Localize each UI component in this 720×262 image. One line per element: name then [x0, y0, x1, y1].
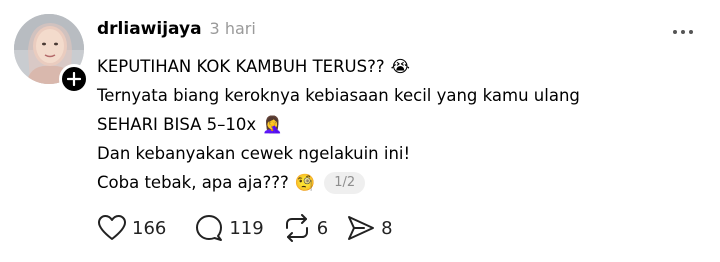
- crying-face-emoji: 😭: [390, 57, 410, 76]
- facepalm-emoji: 🤦‍♀️: [262, 115, 283, 134]
- plus-icon: [67, 72, 81, 86]
- repost-icon: [285, 214, 308, 242]
- more-options-button[interactable]: [671, 24, 695, 38]
- more-horizontal-icon: [673, 30, 693, 34]
- reply-button[interactable]: 119: [194, 214, 264, 242]
- like-button[interactable]: 166: [97, 214, 166, 242]
- post-text: Ternyata biang keroknya kebiasaan kecil …: [97, 86, 580, 105]
- page-indicator: 1/2: [324, 171, 366, 194]
- post-line: Coba tebak, apa aja??? 🧐 1/2: [97, 168, 697, 197]
- post-line: Ternyata biang keroknya kebiasaan kecil …: [97, 81, 697, 110]
- post-line: KEPUTIHAN KOK KAMBUH TERUS?? 😭: [97, 52, 697, 81]
- post-text: KEPUTIHAN KOK KAMBUH TERUS??: [97, 57, 385, 76]
- repost-button[interactable]: 6: [282, 214, 328, 242]
- like-count: 166: [132, 217, 167, 239]
- repost-count: 6: [316, 217, 329, 239]
- post-text: SEHARI BISA 5–10x: [97, 115, 257, 134]
- share-button[interactable]: 8: [346, 214, 393, 242]
- follow-button[interactable]: [59, 64, 89, 94]
- action-bar: 166 119 6 8: [97, 212, 393, 244]
- share-count: 8: [381, 217, 393, 239]
- post-header: drliawijaya 3 hari: [97, 19, 256, 43]
- post-text: Coba tebak, apa aja???: [97, 173, 289, 192]
- post-time: 3 hari: [209, 19, 256, 38]
- send-icon: [348, 216, 375, 240]
- monocle-face-emoji: 🧐: [294, 173, 316, 192]
- post-body: KEPUTIHAN KOK KAMBUH TERUS?? 😭 Ternyata …: [97, 52, 697, 197]
- reply-count: 119: [229, 217, 264, 239]
- post-line: SEHARI BISA 5–10x 🤦‍♀️: [97, 110, 697, 139]
- post-line: Dan kebanyakan cewek ngelakuin ini!: [97, 139, 697, 168]
- comment-bubble-icon: [196, 215, 223, 241]
- heart-icon: [98, 215, 126, 240]
- post-text: Dan kebanyakan cewek ngelakuin ini!: [97, 144, 411, 163]
- username[interactable]: drliawijaya: [97, 19, 202, 39]
